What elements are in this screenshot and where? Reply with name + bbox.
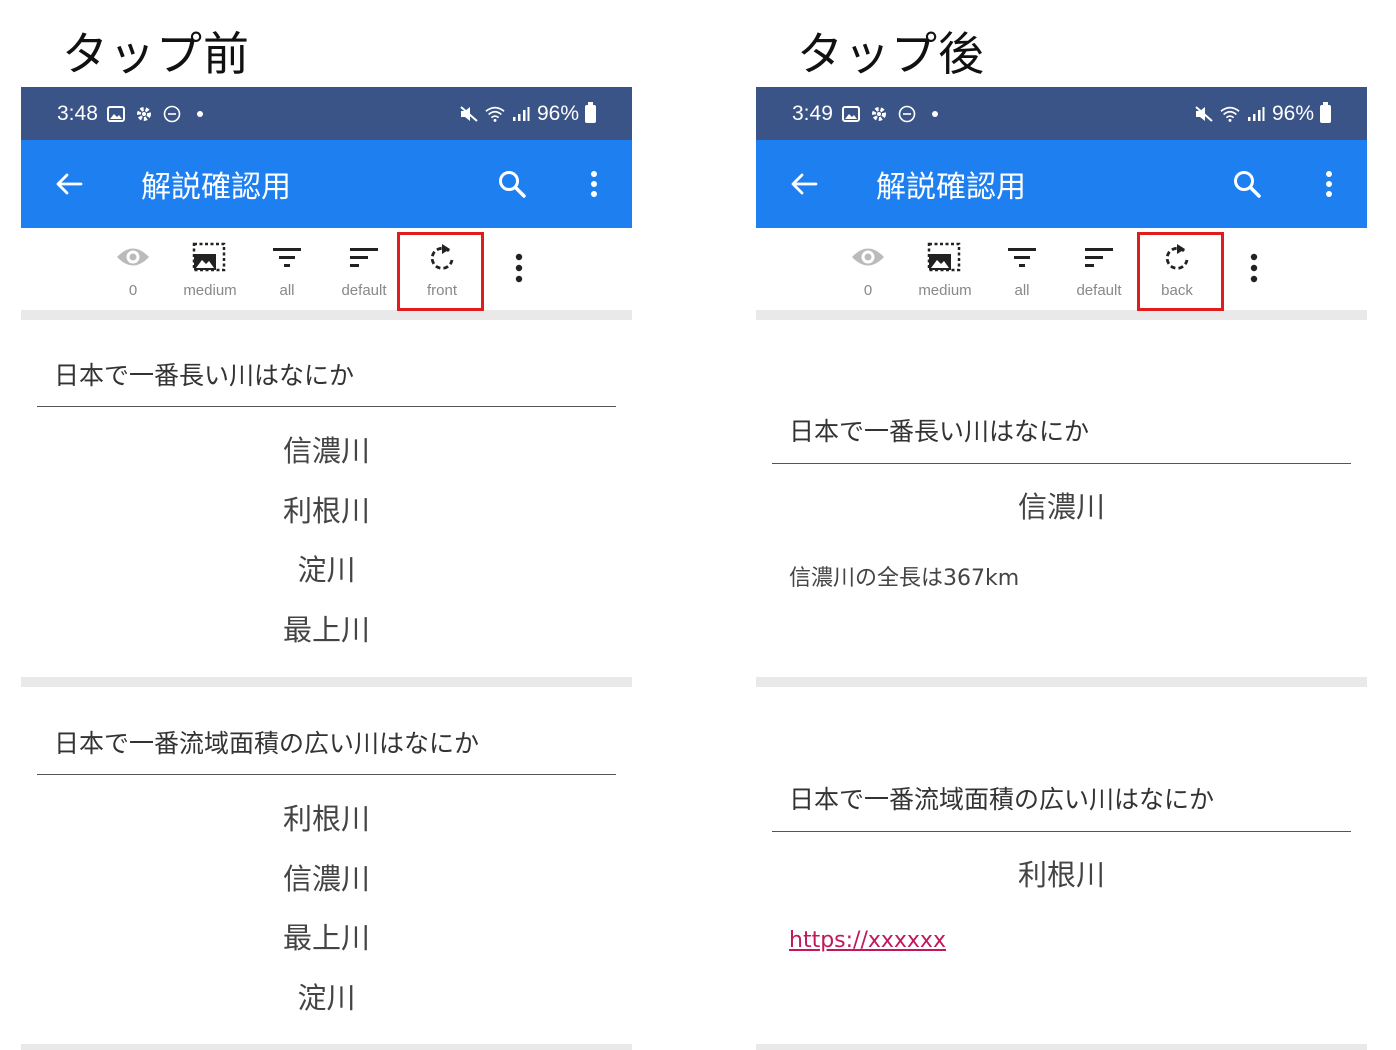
question-text: 日本で一番長い川はなにか [789,417,1090,446]
question-text: 日本で一番長い川はなにか [54,361,355,390]
card-separator [756,677,1367,687]
page-title: 解説確認用 [876,170,1026,205]
signal-icon [1246,104,1266,124]
question-divider [772,463,1351,464]
notification-dot-icon [925,104,945,124]
status-bar: 3:48 96% [21,87,632,140]
card-size-button[interactable]: medium [910,242,980,299]
more-vert-icon [1250,253,1258,287]
battery-icon [1320,101,1331,123]
size-label: medium [183,282,237,299]
visibility-toggle-button[interactable]: 0 [833,242,903,299]
question-divider [37,406,616,407]
overflow-menu-icon[interactable] [576,166,612,202]
choice-item: 最上川 [282,613,370,647]
toolbar-more-button[interactable] [504,250,534,290]
explanation-link[interactable]: https://xxxxxx [789,928,946,953]
filter-button[interactable]: all [987,242,1057,299]
page-title: 解説確認用 [141,170,291,205]
back-arrow-icon[interactable] [51,166,87,202]
card-separator [21,677,632,687]
gallery-icon [106,104,126,124]
notification-dot-icon [190,104,210,124]
question-text: 日本で一番流域面積の広い川はなにか [54,729,480,758]
card-toolbar: 0 medium all default front [21,228,632,310]
gallery-icon [841,104,861,124]
toolbar-more-button[interactable] [1239,250,1269,290]
image-size-icon [927,242,963,276]
eye-icon [850,244,886,274]
overflow-menu-icon[interactable] [1311,166,1347,202]
choice-item: 信濃川 [282,434,370,468]
choice-item: 最上川 [282,921,370,955]
question-divider [37,774,616,775]
do-not-disturb-icon [897,104,917,124]
filter-label: all [1014,282,1030,299]
choice-item: 淀川 [297,553,356,587]
battery-icon [585,101,596,123]
sort-icon [1083,245,1115,273]
card-toolbar: 0 medium all default back [756,228,1367,310]
eye-icon [115,244,151,274]
app-bar: 解説確認用 [21,140,632,228]
search-icon[interactable] [494,166,530,202]
sort-label: default [1076,282,1122,299]
card-separator [21,1044,632,1050]
status-bar: 3:49 96% [756,87,1367,140]
toolbar-divider [21,310,632,320]
wifi-icon [485,104,505,124]
card-size-button[interactable]: medium [175,242,245,299]
status-time: 3:48 [57,101,98,125]
eye-count-label: 0 [863,282,873,299]
eye-count-label: 0 [128,282,138,299]
card-separator [756,1044,1367,1050]
filter-icon [271,245,303,273]
sort-button[interactable]: default [329,242,399,299]
sort-label: default [341,282,387,299]
settings-gear-icon [134,104,154,124]
choice-item: 利根川 [282,802,370,836]
do-not-disturb-icon [162,104,182,124]
question-text: 日本で一番流域面積の広い川はなにか [789,785,1215,814]
settings-gear-icon [869,104,889,124]
filter-icon [1006,245,1038,273]
status-time: 3:49 [792,101,833,125]
image-size-icon [192,242,228,276]
search-icon[interactable] [1229,166,1265,202]
caption-before: タップ前 [62,27,250,81]
caption-after: タップ後 [797,27,985,81]
battery-percent: 96% [1271,101,1314,125]
question-divider [772,831,1351,832]
flip-button-highlight [397,232,484,311]
mute-icon [459,104,479,124]
sort-icon [348,245,380,273]
explanation-text: 信濃川の全長は367km [789,566,1020,591]
more-vert-icon [515,253,523,287]
back-arrow-icon[interactable] [786,166,822,202]
sort-button[interactable]: default [1064,242,1134,299]
phone-screen-before: 3:48 96% 解説確認用 0 medium all default fron… [21,87,632,1050]
choice-item: 信濃川 [282,862,370,896]
size-label: medium [918,282,972,299]
flip-button-highlight [1137,232,1224,311]
signal-icon [511,104,531,124]
filter-button[interactable]: all [252,242,322,299]
filter-label: all [279,282,295,299]
toolbar-divider [756,310,1367,320]
phone-screen-after: 3:49 96% 解説確認用 0 medium all default back… [756,87,1367,1050]
correct-answer: 利根川 [1017,858,1105,892]
battery-percent: 96% [536,101,579,125]
choice-item: 淀川 [297,981,356,1015]
choice-item: 利根川 [282,494,370,528]
correct-answer: 信濃川 [1017,490,1105,524]
visibility-toggle-button[interactable]: 0 [98,242,168,299]
app-bar: 解説確認用 [756,140,1367,228]
mute-icon [1194,104,1214,124]
wifi-icon [1220,104,1240,124]
